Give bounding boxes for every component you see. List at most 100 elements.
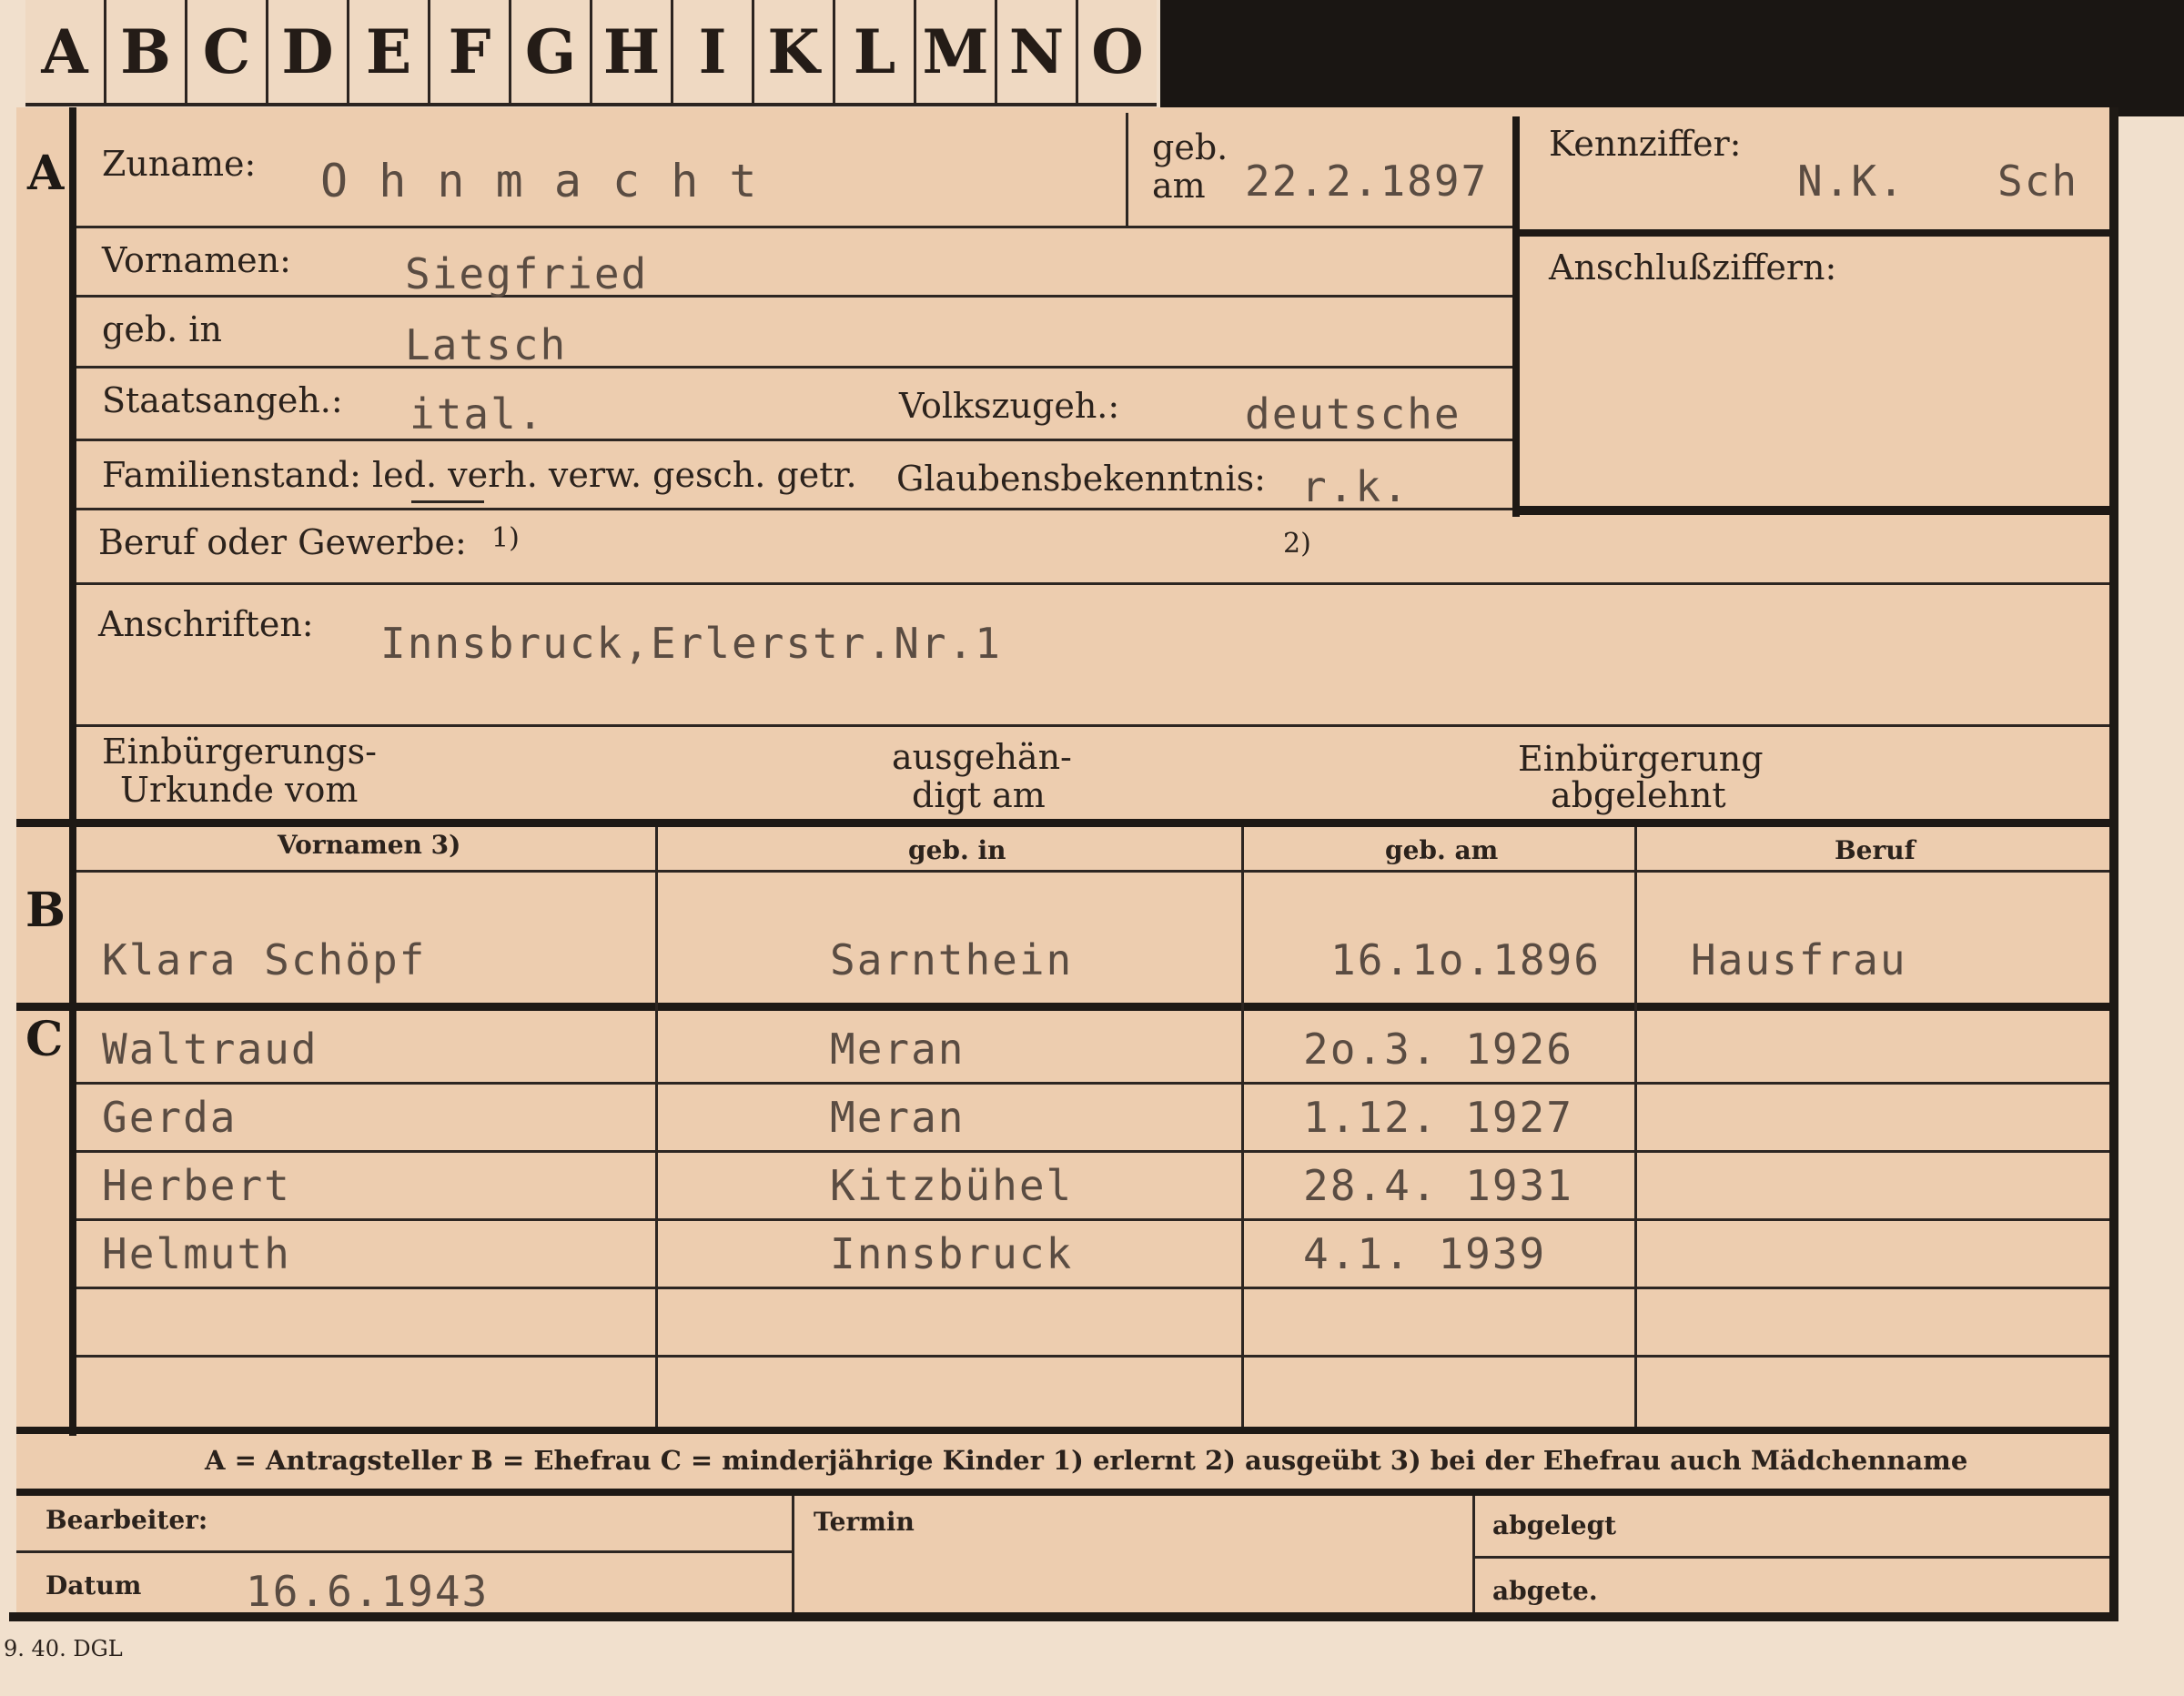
b-vornamen: Klara Schöpf [102,935,427,984]
rule [76,870,2109,873]
child-geb-in: Innsbruck [830,1229,1074,1278]
kennziffer-code: Sch [1997,156,2079,206]
geb-label: geb. [1152,127,1228,167]
child-vornamen: Waltraud [102,1025,318,1074]
kennziffer-value: N.K. [1797,156,1906,206]
b-beruf: Hausfrau [1691,935,1907,984]
letter-tab[interactable]: G [509,0,590,103]
rule [76,366,1512,368]
letter-tab[interactable]: C [185,0,266,103]
am-label: am [1152,166,1206,206]
legend: A = Antragsteller B = Ehefrau C = minder… [205,1445,1968,1476]
print-code: 9. 40. DGL [4,1636,123,1661]
beruf-note-2: 2) [1283,528,1311,560]
volks-value: deutsche [1245,389,1461,439]
glauben-label: Glaubensbekenntnis: [896,459,1266,499]
anschluss-label: Anschlußziffern: [1549,247,1837,288]
staats-value: ital. [410,389,545,439]
letter-tab[interactable]: A [25,0,104,103]
section-ab-separator [16,819,2109,827]
ausgehaend-label-1: ausgehän- [892,737,1072,777]
letter-tab[interactable]: M [914,0,995,103]
legend-top-rule [16,1427,2109,1434]
child-geb-in: Meran [830,1093,966,1142]
zuname-label: Zuname: [102,144,257,184]
b-header-vornamen: Vornamen 3) [278,830,461,860]
einb-abgelehnt-label-1: Einbürgerung [1518,739,1764,779]
rule [76,508,1512,510]
child-geb-in: Meran [830,1025,966,1074]
letter-tab[interactable]: B [104,0,185,103]
rule [76,226,1512,228]
top-dark-band [1160,0,2184,116]
datum-label: Datum [46,1570,142,1600]
verh-underline [411,500,484,503]
einb-abgelehnt-label-2: abgelehnt [1551,775,1726,815]
rule [76,582,2109,585]
letter-tab[interactable]: L [833,0,914,103]
termin-label: Termin [814,1507,915,1537]
vornamen-label: Vornamen: [102,240,291,280]
rule [16,1550,792,1553]
b-header-geb-in: geb. in [908,835,1006,865]
b-header-beruf: Beruf [1835,835,1916,865]
beruf-label: Beruf oder Gewerbe: [98,522,467,562]
rule [1474,1556,2109,1559]
legend-bottom-rule [16,1489,2109,1496]
anschriften-label: Anschriften: [98,604,314,644]
letter-tab[interactable]: D [266,0,347,103]
kennziffer-box-border [1512,116,1520,517]
registration-card [16,107,2118,1618]
col-divider [655,827,658,1428]
child-geb-am: 28.4. 1931 [1303,1161,1573,1210]
abgelegt-label: abgelegt [1492,1510,1617,1540]
letter-tab[interactable]: N [995,0,1076,103]
bearbeiter-label: Bearbeiter: [46,1505,208,1535]
section-column-border [69,107,76,1436]
letter-tab[interactable]: I [671,0,752,103]
letter-tabs: ABCDEFGHIKLMNO [25,0,1157,106]
table-row-rule [76,1355,2109,1358]
vornamen-value: Siegfried [405,249,649,298]
child-geb-am: 2o.3. 1926 [1303,1025,1573,1074]
letter-tab[interactable]: E [347,0,428,103]
rule [76,439,1512,441]
einb-urkunde-label-2: Urkunde vom [120,770,359,810]
zuname-divider [1126,113,1128,227]
zuname-value: O h n m a c h t [320,155,759,207]
child-geb-am: 1.12. 1927 [1303,1093,1573,1142]
glauben-value: r.k. [1301,462,1410,511]
letter-tab[interactable]: F [428,0,509,103]
anschriften-value: Innsbruck,Erlerstr.Nr.1 [380,619,1002,668]
geb-in-value: Latsch [405,320,568,369]
geb-in-label: geb. in [102,309,222,349]
table-row-rule [76,1287,2109,1289]
section-c-marker: C [25,1012,64,1067]
rule [76,724,2109,727]
geb-am-value: 22.2.1897 [1245,156,1489,206]
child-vornamen: Helmuth [102,1229,291,1278]
staats-label: Staatsangeh.: [102,380,343,420]
section-bc-separator [16,1003,2109,1011]
beruf-note-1: 1) [491,522,520,554]
letter-tab[interactable]: K [752,0,833,103]
b-geb-am: 16.1o.1896 [1330,935,1601,984]
child-geb-in: Kitzbühel [830,1161,1074,1210]
familienstand-label: Familienstand: led. verh. verw. gesch. g… [102,455,857,495]
b-geb-in: Sarnthein [830,935,1074,984]
table-row-rule [76,1082,2109,1085]
section-b-marker: B [25,883,66,938]
section-a-marker: A [27,146,65,201]
rule [76,295,1512,298]
table-row-rule [76,1218,2109,1221]
col-divider [1634,827,1637,1428]
letter-tab[interactable]: O [1076,0,1157,103]
abgete-label: abgete. [1492,1576,1598,1606]
datum-value: 16.6.1943 [246,1567,490,1616]
child-vornamen: Herbert [102,1161,291,1210]
footer-divider [792,1496,794,1616]
b-header-geb-am: geb. am [1385,835,1499,865]
einb-urkunde-label-1: Einbürgerungs- [102,732,377,772]
letter-tab[interactable]: H [590,0,671,103]
kennziffer-divider [1512,229,2109,237]
